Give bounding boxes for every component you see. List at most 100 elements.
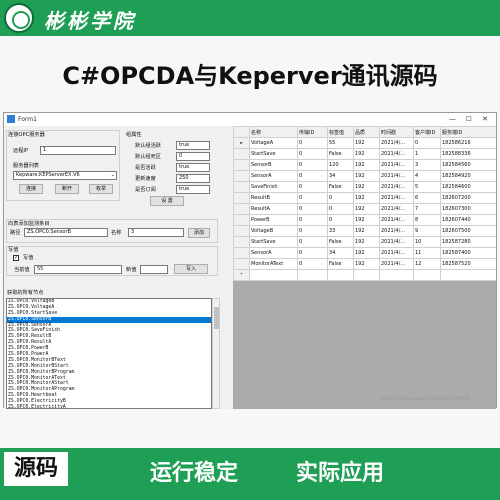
grid-cell[interactable]: 192 xyxy=(353,159,380,171)
table-row[interactable]: ▸ VoltageA 0 55 192 2021/4/... 0 182586216 xyxy=(233,137,496,149)
grid-cell[interactable]: 11 xyxy=(413,247,441,259)
grid-cell[interactable]: 55 xyxy=(327,137,354,149)
grid-cell[interactable]: 0 xyxy=(297,181,328,193)
minimize-button[interactable]: — xyxy=(446,113,460,126)
grid-cell[interactable]: ResultB xyxy=(249,192,298,204)
grid-cell[interactable]: 192 xyxy=(353,148,380,160)
default-active-input[interactable]: true xyxy=(176,141,210,150)
grid-cell[interactable]: SensorA xyxy=(249,170,298,182)
row-header[interactable]: ▸ xyxy=(233,137,250,149)
table-row[interactable]: StartSave 0 False 192 2021/4/... 10 182587280 xyxy=(233,236,496,248)
grid-cell[interactable]: 182586216 xyxy=(440,137,496,149)
default-deadband-input[interactable]: 0 xyxy=(176,152,210,161)
grid-cell[interactable]: 182587400 xyxy=(440,247,496,259)
grid-cell[interactable] xyxy=(379,269,414,281)
grid-cell[interactable]: 0 xyxy=(297,214,328,226)
grid-cell[interactable]: SensorB xyxy=(249,159,298,171)
grid-cell[interactable]: 120 xyxy=(327,159,354,171)
grid-cell[interactable]: 182584560 xyxy=(440,159,496,171)
grid-cell[interactable]: SensorA xyxy=(249,247,298,259)
grid-cell[interactable]: 0 xyxy=(297,192,328,204)
grid-cell[interactable]: 7 xyxy=(413,203,441,215)
grid-column-header[interactable]: 客户端ID xyxy=(413,126,441,138)
grid-cell[interactable]: VoltageA xyxy=(249,137,298,149)
table-row[interactable]: SensorA 0 34 192 2021/4/... 4 182584920 xyxy=(233,170,496,182)
window-titlebar[interactable]: Form1 — ☐ ✕ xyxy=(4,113,496,126)
grid-cell[interactable]: 2021/4/... xyxy=(379,258,414,270)
grid-cell[interactable]: 192 xyxy=(353,170,380,182)
grid-cell[interactable]: 2021/4/... xyxy=(379,225,414,237)
table-row[interactable]: SensorA 0 34 192 2021/4/... 11 182587400 xyxy=(233,247,496,259)
grid-cell[interactable]: 0 xyxy=(327,214,354,226)
grid-cell[interactable]: VoltageB xyxy=(249,225,298,237)
new-row[interactable]: * xyxy=(233,269,496,281)
grid-cell[interactable]: 8 xyxy=(413,214,441,226)
update-rate-input[interactable]: 250 xyxy=(176,174,210,183)
grid-cell[interactable]: 2021/4/... xyxy=(379,137,414,149)
grid-cell[interactable]: 34 xyxy=(327,247,354,259)
grid-cell[interactable]: 192 xyxy=(353,181,380,193)
grid-cell[interactable]: 0 xyxy=(297,170,328,182)
write-checkbox[interactable]: ✓ xyxy=(13,255,19,261)
is-subscribe-input[interactable]: true xyxy=(176,185,210,194)
grid-cell[interactable] xyxy=(327,269,354,281)
grid-cell[interactable]: 182584600 xyxy=(440,181,496,193)
grid-cell[interactable]: 182588336 xyxy=(440,148,496,160)
grid-cell[interactable]: 33 xyxy=(327,225,354,237)
grid-cell[interactable]: StartSave xyxy=(249,236,298,248)
grid-cell[interactable]: 192 xyxy=(353,247,380,259)
grid-cell[interactable]: 182607500 xyxy=(440,225,496,237)
grid-cell[interactable]: 192 xyxy=(353,137,380,149)
grid-cell[interactable]: 192 xyxy=(353,192,380,204)
write-button[interactable]: 写入 xyxy=(174,264,208,274)
grid-cell[interactable]: 34 xyxy=(327,170,354,182)
row-header[interactable] xyxy=(233,192,250,204)
grid-cell[interactable]: 6 xyxy=(413,192,441,204)
grid-cell[interactable]: 4 xyxy=(413,170,441,182)
row-header[interactable] xyxy=(233,203,250,215)
grid-cell[interactable]: 2021/4/... xyxy=(379,148,414,160)
grid-cell[interactable]: False xyxy=(327,258,354,270)
table-row[interactable]: StartSave 0 False 192 2021/4/... 1 182588336 xyxy=(233,148,496,160)
grid-cell[interactable]: 182607440 xyxy=(440,214,496,226)
is-active-input[interactable]: true xyxy=(176,163,210,172)
grid-cell[interactable] xyxy=(440,269,496,281)
grid-column-header[interactable]: 服务端ID xyxy=(440,126,496,138)
disconnect-button[interactable]: 断开 xyxy=(55,184,79,194)
grid-column-header[interactable]: 标签值 xyxy=(327,126,354,138)
grid-cell[interactable]: False xyxy=(327,181,354,193)
node-list-item[interactable]: ZS.OPC0.ElectricityA xyxy=(7,405,211,408)
grid-column-header[interactable]: 时间戳 xyxy=(379,126,414,138)
row-header[interactable] xyxy=(233,225,250,237)
grid-cell[interactable]: 0 xyxy=(297,203,328,215)
row-header[interactable] xyxy=(233,148,250,160)
table-row[interactable]: PowerB 0 0 192 2021/4/... 8 182607440 xyxy=(233,214,496,226)
row-header[interactable] xyxy=(233,247,250,259)
grid-column-header[interactable]: 名称 xyxy=(249,126,298,138)
row-header[interactable] xyxy=(233,181,250,193)
grid-cell[interactable]: 0 xyxy=(297,148,328,160)
server-select[interactable]: Kepware.KEPServerEX.V6 ⌄ xyxy=(13,171,117,180)
grid-cell[interactable]: StartSave xyxy=(249,148,298,160)
maximize-button[interactable]: ☐ xyxy=(462,113,476,126)
grid-column-header[interactable]: 品质 xyxy=(353,126,380,138)
grid-cell[interactable] xyxy=(353,269,380,281)
grid-cell[interactable] xyxy=(297,269,328,281)
row-header[interactable] xyxy=(233,159,250,171)
grid-cell[interactable]: 0 xyxy=(297,137,328,149)
grid-cell[interactable]: 0 xyxy=(297,247,328,259)
row-header[interactable] xyxy=(233,236,250,248)
table-row[interactable]: SaveFinish 0 False 192 2021/4/... 5 182584600 xyxy=(233,181,496,193)
connect-button[interactable]: 连接 xyxy=(19,184,43,194)
grid-cell[interactable]: 182607200 xyxy=(440,192,496,204)
grid-cell[interactable]: 5 xyxy=(413,181,441,193)
grid-cell[interactable]: 182584920 xyxy=(440,170,496,182)
add-button[interactable]: 添加 xyxy=(188,228,210,238)
grid-cell[interactable] xyxy=(413,269,441,281)
grid-cell[interactable]: False xyxy=(327,148,354,160)
table-row[interactable]: ResultB 0 0 192 2021/4/... 6 182607200 xyxy=(233,192,496,204)
name-input[interactable]: 3 xyxy=(128,228,184,237)
grid-cell[interactable]: 9 xyxy=(413,225,441,237)
set-button[interactable]: 设 置 xyxy=(150,196,184,206)
new-value-input[interactable] xyxy=(140,265,168,274)
